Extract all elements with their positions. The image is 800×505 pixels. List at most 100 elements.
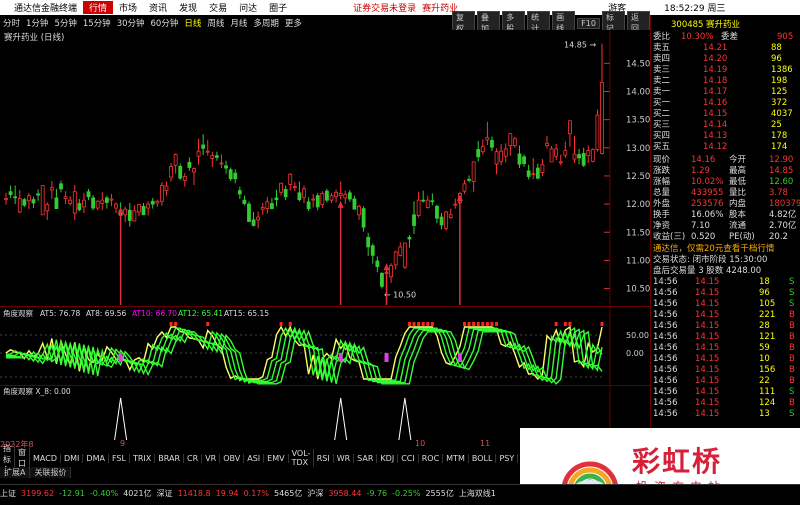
bid-row: 买三 14.14 25 — [651, 120, 800, 130]
status-sh-label[interactable]: 上证 — [0, 488, 16, 499]
after-hours-row: 盘后交易量 3 股数 4248.00 — [651, 266, 800, 276]
tick-volume: 10 — [759, 354, 770, 364]
period-tab-8[interactable]: 月线 — [227, 17, 250, 29]
status-sh-amt: 4021亿 — [123, 489, 152, 498]
period-tab-6[interactable]: 日线 — [181, 17, 204, 29]
candle-body — [444, 211, 449, 229]
stat-label: 涨跌 — [653, 166, 671, 176]
period-tab-10[interactable]: 更多 — [282, 17, 305, 29]
candle-body — [370, 245, 375, 256]
candle-body — [68, 199, 73, 204]
indicator-tab-17[interactable]: KDJ — [377, 453, 399, 463]
indicator-tab-16[interactable]: SAR — [354, 453, 378, 463]
menu-item-3[interactable]: 发现 — [173, 1, 203, 14]
period-tab-7[interactable]: 周线 — [204, 17, 227, 29]
stat-label: 股本 — [729, 210, 747, 220]
tick-volume: 105 — [759, 299, 776, 309]
tick-volume: 18 — [759, 277, 770, 287]
candle-body — [425, 199, 430, 208]
overheat-mark — [554, 322, 558, 326]
indicator-tab-5[interactable]: FSL — [109, 453, 130, 463]
sub-tab-1[interactable]: 关联报价 — [30, 467, 72, 478]
candle-body — [104, 197, 109, 203]
tick-price: 14.15 — [695, 365, 720, 375]
period-tab-9[interactable]: 多周期 — [250, 17, 282, 29]
status-hs-label[interactable]: 沪深 — [307, 488, 323, 499]
period-tab-0[interactable]: 分时 — [0, 17, 23, 29]
indicator-tab-21[interactable]: BOLL — [469, 453, 497, 463]
period-tab-1[interactable]: 1分钟 — [23, 17, 51, 29]
overheat-mark — [563, 322, 567, 326]
candle-body — [517, 153, 522, 165]
login-notice[interactable]: 证券交易未登录 — [353, 1, 416, 14]
candle-body — [558, 161, 563, 164]
candle-body — [581, 153, 586, 166]
indicator-tab-1[interactable]: 窗口 — [15, 447, 30, 469]
tick-price: 14.15 — [695, 398, 720, 408]
candle-body — [233, 172, 238, 180]
tick-side: B — [789, 354, 795, 364]
sub-tab-0[interactable]: 扩展A — [0, 467, 31, 478]
indicator-tab-11[interactable]: ASI — [244, 453, 265, 463]
status-sz-amt: 5465亿 — [273, 489, 303, 498]
menu-item-5[interactable]: 问达 — [233, 1, 263, 14]
indicator-tab-19[interactable]: ROC — [419, 453, 444, 463]
menu-item-2[interactable]: 资讯 — [143, 1, 173, 14]
overheat-mark — [169, 322, 173, 326]
period-tab-5[interactable]: 60分钟 — [148, 17, 182, 29]
indicator-tab-22[interactable]: PSY — [496, 453, 519, 463]
indicator-tab-13[interactable]: VOL-TDX — [289, 449, 314, 467]
candle — [325, 188, 329, 203]
candle-body — [595, 114, 600, 150]
ask-volume: 125 — [771, 87, 788, 97]
tick-row: 14:56 14.15 22 B — [651, 376, 800, 386]
tick-time: 14:56 — [653, 277, 678, 287]
status-sz-label[interactable]: 深证 — [157, 488, 173, 499]
period-tab-3[interactable]: 15分钟 — [80, 17, 114, 29]
indicator-tab-18[interactable]: CCI — [398, 453, 419, 463]
candle-body — [91, 197, 96, 209]
candle-body — [196, 150, 201, 157]
news-text: 通达信，仅需20元查看千档行情 — [653, 244, 775, 254]
menu-item-1[interactable]: 市场 — [113, 1, 143, 14]
indicator-tab-10[interactable]: OBV — [220, 453, 245, 463]
period-tab-4[interactable]: 30分钟 — [114, 17, 148, 29]
tool-button-5[interactable]: F10 — [577, 17, 600, 29]
indicator-tab-20[interactable]: MTM — [443, 453, 469, 463]
indicator-tab-14[interactable]: RSI — [314, 453, 334, 463]
tick-price: 14.15 — [695, 332, 720, 342]
clock: 18:52:29 周三 — [664, 4, 726, 14]
indicator-tab-2[interactable]: MACD — [30, 453, 61, 463]
bid-volume: 174 — [771, 142, 788, 152]
overheat-mark — [476, 322, 480, 326]
candle-body — [421, 199, 426, 202]
stat-label: 量比 — [729, 188, 747, 198]
indicator-tab-7[interactable]: BRAR — [155, 453, 185, 463]
candle-body — [512, 138, 517, 146]
indicator-tab-4[interactable]: DMA — [83, 453, 109, 463]
stat-value: 20.2 — [769, 232, 788, 242]
candle-body — [72, 191, 77, 214]
indicator-tab-8[interactable]: CR — [184, 453, 203, 463]
indicator-tab-3[interactable]: DMI — [61, 453, 84, 463]
ask-row: 卖五 14.21 88 — [651, 43, 800, 53]
ask-level: 卖四 — [653, 54, 671, 64]
stat-label: 收益(三) — [653, 232, 686, 242]
tick-price: 14.15 — [695, 409, 720, 419]
y-tick-label: 13.50 — [626, 116, 650, 126]
tick-row: 14:56 14.15 105 S — [651, 299, 800, 309]
indicator-tab-9[interactable]: VR — [202, 453, 221, 463]
indicator1-name: 角度观察 — [3, 308, 33, 318]
indicator-tab-15[interactable]: WR — [334, 453, 355, 463]
menu-item-6[interactable]: 圈子 — [263, 1, 293, 14]
status-line-label[interactable]: 上海双线1 — [459, 488, 496, 499]
candle-body — [82, 199, 86, 208]
indicator-tab-12[interactable]: EMV — [264, 453, 289, 463]
candle-body — [279, 182, 283, 193]
indicator-tab-6[interactable]: TRIX — [130, 453, 156, 463]
tick-time: 14:56 — [653, 398, 678, 408]
menu-item-4[interactable]: 交易 — [203, 1, 233, 14]
menu-item-0[interactable]: 行情 — [83, 1, 114, 14]
period-tab-2[interactable]: 5分钟 — [51, 17, 79, 29]
candle-body — [600, 82, 604, 154]
